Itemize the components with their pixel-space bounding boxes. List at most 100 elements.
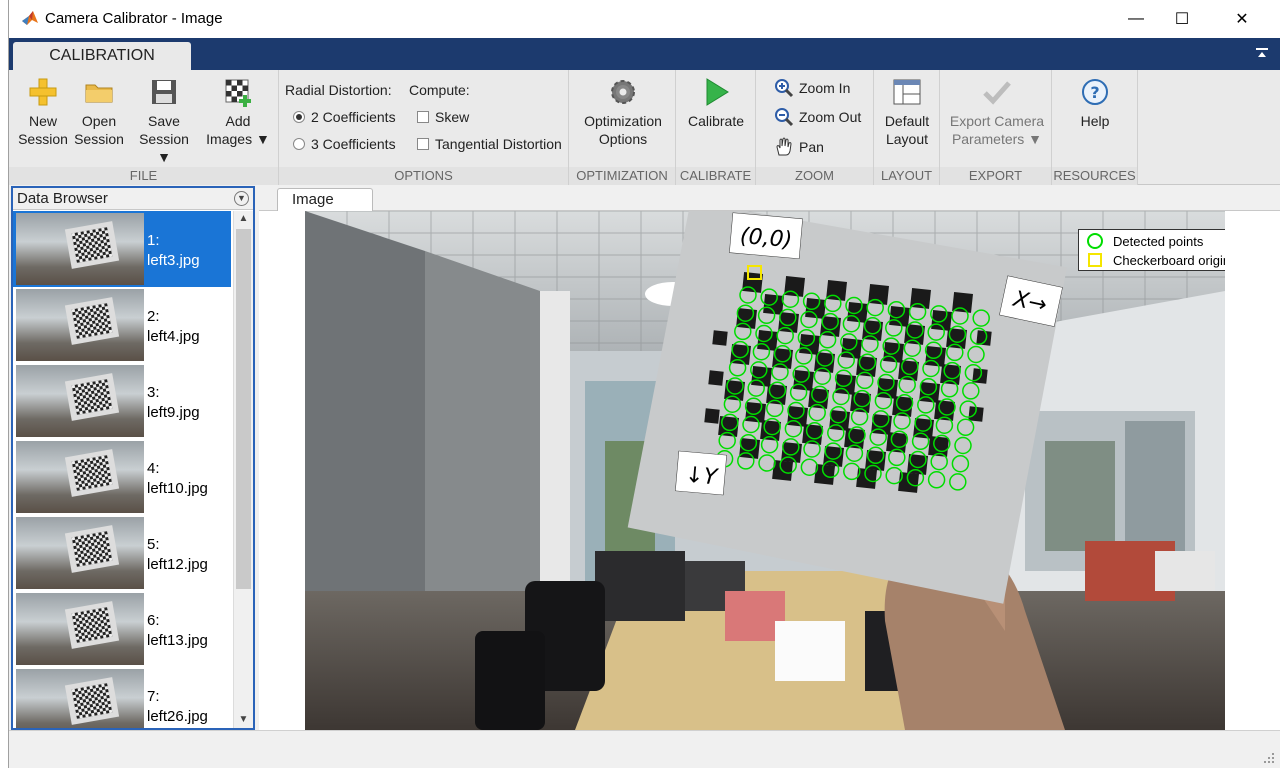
thumbnail-image bbox=[16, 441, 144, 513]
thumbnail-label: 2: left4.jpg bbox=[147, 308, 200, 345]
thumbnail-label: 4: left10.jpg bbox=[147, 460, 208, 497]
scroll-down-arrow-icon[interactable]: ▼ bbox=[234, 712, 253, 728]
resize-grip-icon[interactable] bbox=[1263, 752, 1275, 764]
list-item-image-4[interactable]: 4: left10.jpg bbox=[13, 439, 231, 515]
scrollbar-thumb[interactable] bbox=[236, 229, 251, 589]
play-icon bbox=[706, 78, 729, 106]
status-bar bbox=[9, 730, 1280, 768]
list-item-image-3[interactable]: 3: left9.jpg bbox=[13, 363, 231, 439]
svg-text:?: ? bbox=[1090, 83, 1099, 102]
data-browser-title: Data Browser bbox=[17, 190, 108, 207]
minimize-button[interactable]: — bbox=[1113, 0, 1159, 38]
pan-button[interactable]: Pan bbox=[774, 137, 824, 157]
green-circle-icon bbox=[1087, 233, 1103, 249]
checkbox-icon bbox=[417, 111, 429, 123]
legend-checkerboard-origin: Checkerboard origin bbox=[1087, 252, 1225, 268]
image-canvas: (0,0) X→ ↓Y Detected points Checkerboard… bbox=[259, 211, 1280, 730]
optimization-options-button[interactable]: Optimization Options bbox=[573, 76, 673, 148]
ribbon-tab-strip: CALIBRATION bbox=[9, 38, 1280, 70]
scroll-up-arrow-icon[interactable]: ▲ bbox=[234, 211, 253, 227]
new-session-plus-icon bbox=[29, 78, 57, 106]
zoom-in-icon bbox=[775, 79, 794, 98]
export-camera-parameters-button[interactable]: Export Camera Parameters ▼ bbox=[944, 76, 1050, 148]
ribbon: NewSession OpenSession SaveSession ▼ bbox=[9, 70, 1280, 185]
background-window-strip bbox=[0, 0, 8, 768]
yellow-square-icon bbox=[1088, 253, 1102, 267]
layout-group-label: LAYOUT bbox=[874, 167, 939, 185]
new-session-button[interactable]: New Session bbox=[15, 76, 71, 148]
thumbnail-label: 1: left3.jpg bbox=[147, 232, 200, 269]
add-images-icon bbox=[225, 79, 251, 107]
tangential-distortion-checkbox[interactable]: Tangential Distortion bbox=[417, 136, 562, 152]
list-item-image-7[interactable]: 7: left26.jpg bbox=[13, 667, 231, 728]
calibration-photo-scene: (0,0) X→ ↓Y bbox=[305, 211, 1225, 730]
help-question-icon: ? bbox=[1082, 79, 1108, 105]
panel-menu-chevron-icon[interactable]: ▼ bbox=[234, 191, 249, 206]
export-group-label: EXPORT bbox=[940, 167, 1051, 185]
zoom-group-label: ZOOM bbox=[756, 167, 873, 185]
collapse-ribbon-icon[interactable] bbox=[1255, 46, 1269, 60]
save-session-button[interactable]: Save Session ▼ bbox=[131, 76, 197, 166]
file-group: NewSession OpenSession SaveSession ▼ bbox=[9, 70, 279, 185]
folder-icon bbox=[85, 84, 113, 103]
compute-label: Compute: bbox=[409, 82, 470, 98]
legend-detected-points: Detected points bbox=[1087, 233, 1203, 249]
calibrate-group-label: CALIBRATE bbox=[676, 167, 755, 185]
thumbnail-image bbox=[16, 517, 144, 589]
list-item-image-5[interactable]: 5: left12.jpg bbox=[13, 515, 231, 591]
zoom-out-button[interactable]: Zoom Out bbox=[774, 107, 861, 127]
radio-2-coefficients[interactable]: 2 Coefficients bbox=[293, 109, 396, 125]
thumbnail-image bbox=[16, 669, 144, 728]
layout-grid-icon bbox=[893, 79, 921, 105]
skew-checkbox[interactable]: Skew bbox=[417, 109, 469, 125]
file-group-label: FILE bbox=[9, 167, 278, 185]
layout-group: Default Layout LAYOUT bbox=[874, 70, 940, 185]
document-tab-bar: Image bbox=[259, 186, 1280, 211]
calibration-image[interactable]: (0,0) X→ ↓Y Detected points Checkerboard… bbox=[305, 211, 1225, 730]
checkbox-icon bbox=[417, 138, 429, 150]
data-browser-scrollbar[interactable]: ▲ ▼ bbox=[233, 211, 253, 728]
image-thumbnail-list: 1: left3.jpg 2: left4.jpg 3: left9.jpg 4: left1… bbox=[13, 211, 231, 728]
thumbnail-image bbox=[16, 593, 144, 665]
radio-unselected-icon bbox=[293, 138, 305, 150]
help-button[interactable]: ? Help bbox=[1060, 76, 1130, 130]
checkmark-icon bbox=[983, 81, 1011, 105]
data-browser-panel: Data Browser ▼ 1: left3.jpg 2: left4.jpg 3: l… bbox=[11, 186, 255, 730]
gear-icon bbox=[611, 80, 635, 104]
data-browser-header: Data Browser ▼ bbox=[13, 188, 253, 210]
camera-calibrator-window: Camera Calibrator - Image — ☐ ✕ CALIBRAT… bbox=[8, 0, 1280, 768]
thumbnail-label: 6: left13.jpg bbox=[147, 612, 208, 649]
thumbnail-label: 7: left26.jpg bbox=[147, 688, 208, 725]
radial-distortion-label: Radial Distortion: bbox=[285, 82, 392, 98]
list-item-image-1[interactable]: 1: left3.jpg bbox=[13, 211, 231, 287]
resources-group-label: RESOURCES bbox=[1052, 167, 1137, 185]
optimization-group: Optimization Options OPTIMIZATION bbox=[569, 70, 676, 185]
tab-image[interactable]: Image bbox=[277, 188, 373, 211]
default-layout-button[interactable]: Default Layout bbox=[878, 76, 936, 148]
zoom-in-button[interactable]: Zoom In bbox=[774, 78, 850, 98]
radio-3-coefficients[interactable]: 3 Coefficients bbox=[293, 136, 396, 152]
list-item-image-6[interactable]: 6: left13.jpg bbox=[13, 591, 231, 667]
zoom-out-icon bbox=[775, 108, 794, 127]
list-item-image-2[interactable]: 2: left4.jpg bbox=[13, 287, 231, 363]
thumbnail-image bbox=[16, 365, 144, 437]
save-icon bbox=[152, 80, 176, 104]
maximize-button[interactable]: ☐ bbox=[1159, 0, 1205, 38]
thumbnail-image bbox=[16, 213, 144, 285]
open-session-button[interactable]: Open Session bbox=[71, 76, 127, 148]
calibrate-group: Calibrate CALIBRATE bbox=[676, 70, 756, 185]
hand-pan-icon bbox=[776, 137, 792, 156]
origin-label: (0,0) bbox=[739, 224, 793, 253]
radio-selected-icon bbox=[293, 111, 305, 123]
thumbnail-label: 3: left9.jpg bbox=[147, 384, 200, 421]
window-title: Camera Calibrator - Image bbox=[45, 10, 223, 27]
zoom-group: Zoom In Zoom Out Pan ZOOM bbox=[756, 70, 874, 185]
options-group: Radial Distortion: Compute: 2 Coefficien… bbox=[279, 70, 569, 185]
tab-calibration[interactable]: CALIBRATION bbox=[13, 42, 191, 70]
add-images-button[interactable]: Add Images ▼ bbox=[205, 76, 271, 148]
resources-group: ? Help RESOURCES bbox=[1052, 70, 1138, 185]
calibrate-button[interactable]: Calibrate bbox=[682, 76, 750, 130]
matlab-logo-icon bbox=[22, 11, 38, 25]
title-bar: Camera Calibrator - Image — ☐ ✕ bbox=[9, 0, 1280, 38]
close-button[interactable]: ✕ bbox=[1219, 0, 1265, 38]
